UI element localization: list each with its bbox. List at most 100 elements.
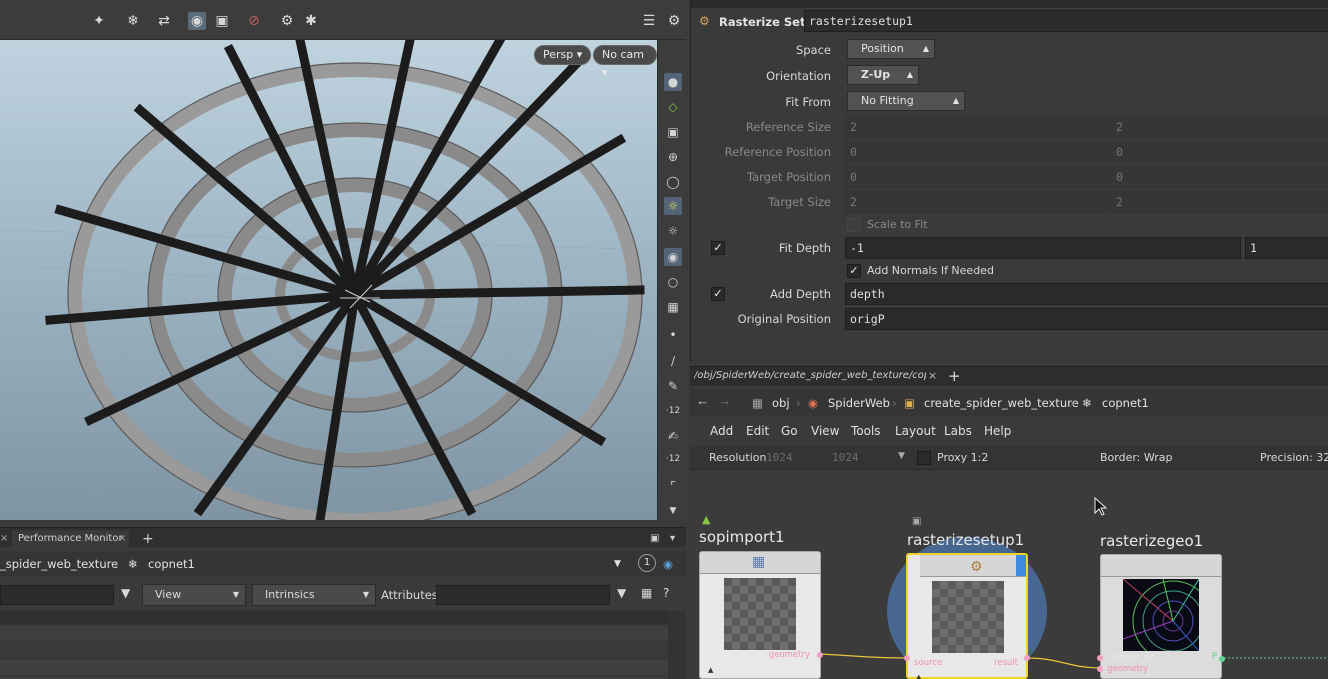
view-mode-icon[interactable]: ● xyxy=(664,73,682,91)
target-size-x[interactable]: 2 xyxy=(845,191,1109,213)
point-icon[interactable]: • xyxy=(664,326,682,344)
tab-network-path[interactable]: /obj/SpiderWeb/create_spider_web_texture… xyxy=(694,370,926,381)
target-position-y[interactable]: 0 xyxy=(1111,166,1328,188)
proxy-checkbox[interactable] xyxy=(917,451,931,465)
node-rasterizegeo1[interactable]: camera_ref geometry P xyxy=(1097,554,1225,679)
path-dropdown-icon[interactable]: ▼ xyxy=(614,554,621,574)
border-label[interactable]: Border: Wrap xyxy=(1100,451,1173,464)
gear-icon[interactable]: ⚙ xyxy=(665,12,683,30)
space-menu[interactable]: Position ▲ xyxy=(847,39,935,59)
pane-menu-icon[interactable]: ▾ xyxy=(670,530,675,548)
menu-layout[interactable]: Layout xyxy=(895,424,936,438)
brush-icon[interactable]: ✍ xyxy=(664,427,682,445)
p-output-port[interactable] xyxy=(1219,656,1225,662)
camera-dropdown[interactable]: No cam ▾ xyxy=(593,45,657,79)
output-port[interactable] xyxy=(1024,655,1030,661)
columns-icon[interactable]: ▦ xyxy=(641,586,652,600)
filter-input[interactable] xyxy=(0,585,114,605)
snap-ruler-icon[interactable]: ·12 xyxy=(664,450,682,468)
table-scrollbar[interactable] xyxy=(668,611,686,679)
breadcrumb-create-spider-web-texture[interactable]: create_spider_web_texture xyxy=(924,393,1079,413)
render-icon[interactable]: ⚙ xyxy=(278,12,296,30)
display-icon[interactable]: ▦ xyxy=(664,298,682,316)
node-sopimport1[interactable]: ▦ geometry ▲ xyxy=(699,551,823,679)
reference-position-y[interactable]: 0 xyxy=(1111,141,1328,163)
snapshot-icon[interactable]: ▣ xyxy=(213,12,231,30)
layer-icon[interactable]: ◇ xyxy=(664,98,682,116)
menu-view[interactable]: View xyxy=(811,424,839,438)
pin-number-badge[interactable]: 1 xyxy=(638,554,656,572)
visibility-icon[interactable]: ○ xyxy=(664,273,682,291)
attribute-filter-icon[interactable]: ▼ xyxy=(617,586,626,600)
node-expand-icon[interactable]: ▲ xyxy=(708,666,713,674)
menu-add[interactable]: Add xyxy=(710,424,733,438)
view-select[interactable]: View ▼ xyxy=(142,584,246,606)
input-port[interactable] xyxy=(904,655,910,661)
table-row[interactable] xyxy=(0,660,668,676)
node-rasterizesetup1[interactable]: ⚙ source result ▲ xyxy=(904,553,1030,679)
table-row[interactable] xyxy=(0,643,668,659)
scale-to-fit-checkbox[interactable] xyxy=(847,218,861,232)
back-arrow-icon[interactable]: 🠀 xyxy=(698,393,707,413)
stop-icon[interactable]: ⊘ xyxy=(245,12,263,30)
node-name-field[interactable]: rasterizesetup1 xyxy=(804,10,1328,32)
breadcrumb-obj[interactable]: obj xyxy=(772,393,790,413)
camera-ref-port[interactable] xyxy=(1097,655,1103,661)
add-tab-icon[interactable]: + xyxy=(142,530,154,548)
filter-icon[interactable]: ▼ xyxy=(121,586,130,600)
menu-go[interactable]: Go xyxy=(781,424,798,438)
scroll-down-icon[interactable]: ▼ xyxy=(664,502,682,520)
breadcrumb-copnet1[interactable]: copnet1 xyxy=(148,554,195,574)
corner-icon[interactable]: ⌜ xyxy=(664,477,682,495)
tab-performance-monitor[interactable]: Performance Monitor xyxy=(12,530,129,548)
node-expand-icon[interactable]: ▲ xyxy=(916,667,921,679)
resolution-y[interactable]: 1024 xyxy=(832,451,859,464)
display-options-icon[interactable]: ◉ xyxy=(188,12,206,30)
menu-labs[interactable]: Labs xyxy=(944,424,972,438)
menu-icon[interactable]: ☰ xyxy=(640,12,658,30)
breadcrumb-spider-web-texture[interactable]: _spider_web_texture xyxy=(0,554,118,574)
forward-arrow-icon[interactable]: 🠂 xyxy=(720,393,729,413)
precision-label[interactable]: Precision: 32- xyxy=(1260,451,1328,464)
add-tab-icon[interactable]: + xyxy=(948,367,961,385)
attributes-input[interactable] xyxy=(436,585,610,605)
resolution-x[interactable]: 1024 xyxy=(766,451,793,464)
3d-viewport[interactable]: Persp ▾ No cam ▾ xyxy=(0,40,657,520)
light-icon[interactable]: ☼ xyxy=(664,197,682,215)
add-normals-checkbox[interactable]: ✓ xyxy=(847,264,861,278)
fit-depth-max[interactable]: 1 xyxy=(1245,237,1328,259)
pen-icon[interactable]: ✎ xyxy=(664,377,682,395)
snap-grid-icon[interactable]: ·12 xyxy=(664,402,682,420)
orientation-menu[interactable]: Z-Up ▲ xyxy=(847,65,919,85)
reference-size-x[interactable]: 2 xyxy=(845,116,1109,138)
camera-icon[interactable]: ◉ xyxy=(664,248,682,266)
fit-depth-min[interactable]: -1 xyxy=(845,237,1241,259)
table-row[interactable] xyxy=(0,626,668,642)
menu-edit[interactable]: Edit xyxy=(746,424,769,438)
transform-tool-icon[interactable]: ⇄ xyxy=(155,12,173,30)
target-position-x[interactable]: 0 xyxy=(845,166,1109,188)
target-icon[interactable]: ⊕ xyxy=(664,148,682,166)
tab-close-icon[interactable]: × xyxy=(0,530,8,548)
menu-tools[interactable]: Tools xyxy=(851,424,881,438)
geometry-input-port[interactable] xyxy=(1097,666,1103,672)
intrinsics-select[interactable]: Intrinsics ▼ xyxy=(252,584,376,606)
lock-icon[interactable]: ▣ xyxy=(664,123,682,141)
settings-icon[interactable]: ✱ xyxy=(302,12,320,30)
pane-layout-icon[interactable]: ▣ xyxy=(650,530,659,548)
select-tool-icon[interactable]: ✦ xyxy=(90,12,108,30)
fit-from-menu[interactable]: No Fitting ▲ xyxy=(847,91,965,111)
help-icon[interactable]: ? xyxy=(663,586,669,600)
persp-dropdown[interactable]: Persp ▾ xyxy=(534,45,592,65)
add-depth-field[interactable]: depth xyxy=(845,283,1328,305)
link-icon[interactable]: ◉ xyxy=(663,554,673,574)
sphere-icon[interactable]: ◯ xyxy=(664,173,682,191)
reference-position-x[interactable]: 0 xyxy=(845,141,1109,163)
tab-close-icon[interactable]: × xyxy=(118,530,126,548)
output-port[interactable] xyxy=(817,652,823,658)
breadcrumb-spiderweb[interactable]: SpiderWeb xyxy=(828,393,890,413)
reference-size-y[interactable]: 2 xyxy=(1111,116,1328,138)
resolution-dropdown-icon[interactable]: ▼ xyxy=(898,451,905,461)
menu-help[interactable]: Help xyxy=(984,424,1011,438)
target-size-y[interactable]: 2 xyxy=(1111,191,1328,213)
